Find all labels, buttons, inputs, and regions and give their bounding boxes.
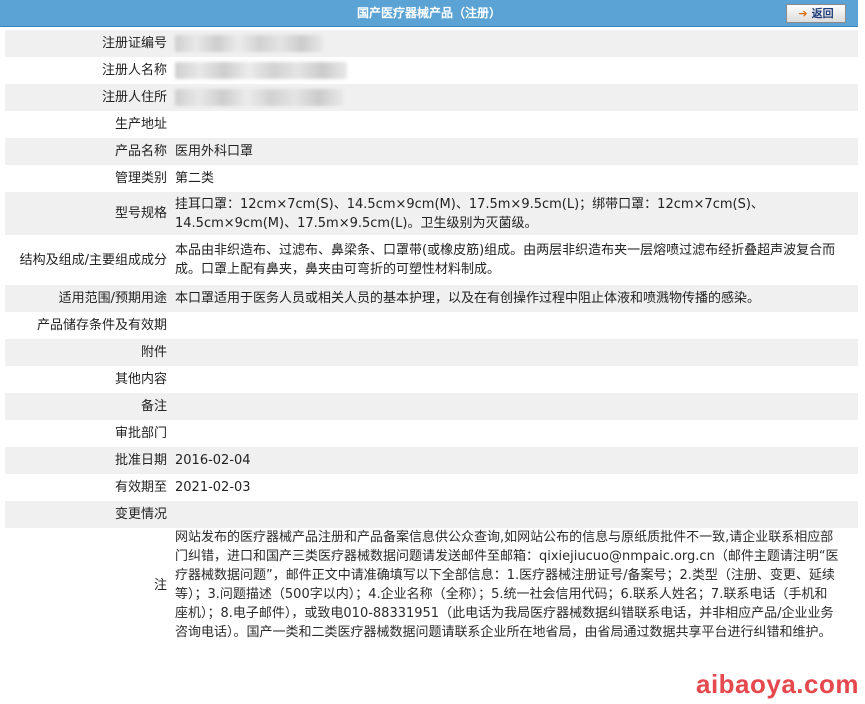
field-label: 变更情况 <box>5 501 171 528</box>
detail-row: 注册证编号 <box>5 30 858 57</box>
redaction-mask <box>175 89 343 106</box>
field-label: 其他内容 <box>5 366 171 393</box>
field-label: 有效期至 <box>5 474 171 501</box>
field-label: 批准日期 <box>5 447 171 474</box>
page-title: 国产医疗器械产品（注册） <box>356 6 501 20</box>
redacted-value <box>171 30 858 57</box>
field-value <box>171 111 858 138</box>
detail-row: 管理类别 第二类 <box>5 165 858 192</box>
field-value: 本口罩适用于医务人员或相关人员的基本护理，以及在有创操作过程中阻止体液和喷溅物传… <box>171 285 858 312</box>
back-label: 返回 <box>811 7 834 20</box>
detail-row: 变更情况 <box>5 501 858 528</box>
field-value <box>171 501 858 528</box>
field-value <box>171 393 858 420</box>
watermark-logo: aibaoya.com <box>695 669 859 699</box>
detail-row: 产品储存条件及有效期 <box>5 312 858 339</box>
redaction-mask <box>175 35 323 52</box>
field-value: 2021-02-03 <box>171 474 858 501</box>
detail-row: 附件 <box>5 339 858 366</box>
note-row: 注网站发布的医疗器械产品注册和产品备案信息供公众查询,如网站公布的信息与原纸质批… <box>5 528 858 642</box>
field-label: 产品储存条件及有效期 <box>5 312 171 339</box>
field-value: 第二类 <box>171 165 858 192</box>
field-label: 注册人名称 <box>5 57 171 84</box>
detail-row: 型号规格 挂耳口罩：12cm×7cm(S)、14.5cm×9cm(M)、17.5m… <box>5 192 858 235</box>
arrow-right-icon: ➔ <box>798 7 808 20</box>
detail-row: 注册人住所 <box>5 84 858 111</box>
back-button[interactable]: ➔ 返回 <box>786 4 846 23</box>
detail-row: 批准日期 2016-02-04 <box>5 447 858 474</box>
field-label: 注册人住所 <box>5 84 171 111</box>
field-value <box>171 312 858 339</box>
field-label: 注册证编号 <box>5 30 171 57</box>
detail-row: 产品名称 医用外科口罩 <box>5 138 858 165</box>
field-label: 结构及组成/主要组成成分 <box>5 235 171 285</box>
detail-row: 结构及组成/主要组成成分 本品由非织造布、过滤布、鼻梁条、口罩带(或橡皮筋)组成。… <box>5 235 858 285</box>
detail-row: 生产地址 <box>5 111 858 138</box>
redaction-mask <box>175 62 347 79</box>
field-label: 产品名称 <box>5 138 171 165</box>
field-label: 生产地址 <box>5 111 171 138</box>
detail-table: 注册证编号 注册人名称 注册人住所 生产地址 产品名称 医用外科口罩 管理类别 第二类 型号规格… <box>5 30 858 642</box>
detail-row: 有效期至 2021-02-03 <box>5 474 858 501</box>
field-label: 管理类别 <box>5 165 171 192</box>
detail-row: 备注 <box>5 393 858 420</box>
field-value: 挂耳口罩：12cm×7cm(S)、14.5cm×9cm(M)、17.5m×9.5… <box>171 192 858 235</box>
field-label: 适用范围/预期用途 <box>5 285 171 312</box>
redacted-value <box>171 84 858 111</box>
detail-row: 其他内容 <box>5 366 858 393</box>
field-label: 审批部门 <box>5 420 171 447</box>
field-value <box>171 339 858 366</box>
redacted-value <box>171 57 858 84</box>
field-value: 本品由非织造布、过滤布、鼻梁条、口罩带(或橡皮筋)组成。由两层非织造布夹一层熔喷… <box>171 235 858 285</box>
page-header: 国产医疗器械产品（注册） ➔ 返回 <box>0 0 858 27</box>
field-label: 型号规格 <box>5 192 171 235</box>
detail-row: 适用范围/预期用途 本口罩适用于医务人员或相关人员的基本护理，以及在有创操作过程中… <box>5 285 858 312</box>
detail-row: 注册人名称 <box>5 57 858 84</box>
field-value: 医用外科口罩 <box>171 138 858 165</box>
field-label: 附件 <box>5 339 171 366</box>
note-label: 注 <box>5 528 171 642</box>
detail-row: 审批部门 <box>5 420 858 447</box>
field-value <box>171 366 858 393</box>
field-value: 2016-02-04 <box>171 447 858 474</box>
field-label: 备注 <box>5 393 171 420</box>
note-text: 网站发布的医疗器械产品注册和产品备案信息供公众查询,如网站公布的信息与原纸质批件… <box>171 528 858 642</box>
field-value <box>171 420 858 447</box>
